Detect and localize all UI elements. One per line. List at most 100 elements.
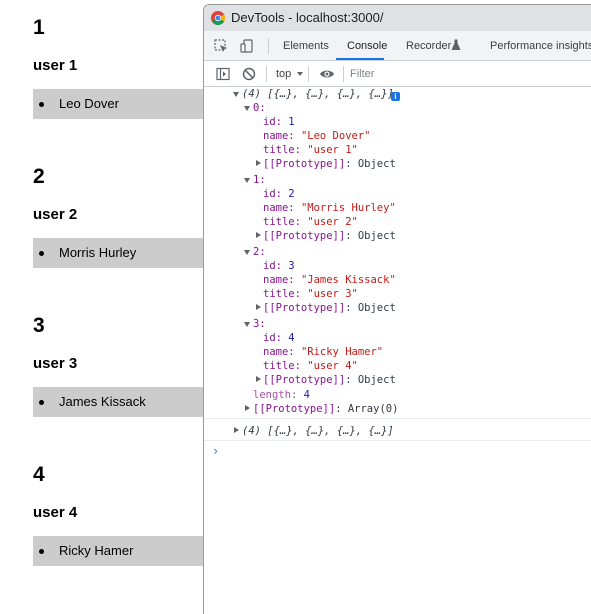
tab-recorder[interactable]: Recorder xyxy=(406,39,451,53)
expand-triangle-icon[interactable] xyxy=(256,160,261,166)
expand-triangle-icon[interactable] xyxy=(244,106,250,111)
property-value: 2 xyxy=(288,188,295,200)
entry-name-row: name: "Morris Hurley" xyxy=(263,201,396,215)
user-number: 3 xyxy=(33,314,45,337)
eye-icon[interactable] xyxy=(319,66,335,82)
entry-id-row: id: 3 xyxy=(263,259,295,273)
clear-console-icon[interactable] xyxy=(241,66,257,82)
expand-triangle-icon[interactable] xyxy=(244,178,250,183)
property-key: id: xyxy=(263,116,289,128)
property-value: 3 xyxy=(288,260,295,272)
property-key: title: xyxy=(263,360,308,372)
entry-index[interactable]: 0: xyxy=(253,101,266,115)
property-value: 4 xyxy=(303,389,310,401)
user-list-item: Ricky Hamer xyxy=(33,536,204,566)
user-name: Leo Dover xyxy=(59,96,119,111)
toolbar-divider xyxy=(308,66,309,82)
toolbar-divider xyxy=(268,38,269,54)
property-value: : Object xyxy=(345,374,396,386)
property-value: "user 2" xyxy=(307,216,358,228)
toolbar-divider xyxy=(343,66,344,82)
tab-console[interactable]: Console xyxy=(347,39,387,53)
property-value: : Object xyxy=(345,158,396,170)
devtools-window: DevTools - localhost:3000/ Elements Cons… xyxy=(203,4,591,614)
expand-triangle-icon[interactable] xyxy=(244,322,250,327)
user-heading: user 1 xyxy=(33,57,78,74)
bullet-icon xyxy=(39,549,44,554)
expand-triangle-icon[interactable] xyxy=(256,304,261,310)
prototype-row[interactable]: [[Prototype]]: Object xyxy=(263,229,396,243)
entry-index[interactable]: 2: xyxy=(253,245,266,259)
expand-triangle-icon[interactable] xyxy=(256,232,261,238)
expand-triangle-icon[interactable] xyxy=(245,405,250,411)
entry-id-row: id: 2 xyxy=(263,187,295,201)
property-value: : Object xyxy=(345,302,396,314)
property-value: : Array(0) xyxy=(335,403,399,415)
window-title: DevTools - localhost:3000/ xyxy=(231,10,384,25)
chrome-icon xyxy=(211,11,225,25)
window-titlebar[interactable]: DevTools - localhost:3000/ xyxy=(204,5,591,31)
property-value: "user 4" xyxy=(307,360,358,372)
tab-elements[interactable]: Elements xyxy=(283,39,329,53)
filter-input[interactable]: Filter xyxy=(350,67,374,81)
entry-name-row: name: "Leo Dover" xyxy=(263,129,370,143)
property-key: [[Prototype]] xyxy=(253,403,336,415)
expand-triangle-icon[interactable] xyxy=(234,427,239,433)
user-list-item: James Kissack xyxy=(33,387,204,417)
entry-name-row: name: "Ricky Hamer" xyxy=(263,345,383,359)
expand-triangle-icon[interactable] xyxy=(256,376,261,382)
prototype-row[interactable]: [[Prototype]]: Object xyxy=(263,373,396,387)
active-tab-indicator xyxy=(336,58,384,60)
info-icon[interactable]: i xyxy=(391,92,400,101)
expand-triangle-icon[interactable] xyxy=(244,250,250,255)
tab-performance-insights[interactable]: Performance insights xyxy=(490,39,591,53)
message-divider xyxy=(204,418,591,419)
property-value: 4 xyxy=(288,332,295,344)
device-toggle-icon[interactable] xyxy=(239,38,255,54)
user-list-item: Leo Dover xyxy=(33,89,204,119)
entry-title-row: title: "user 3" xyxy=(263,287,358,301)
colon-separator: : xyxy=(290,389,304,401)
sidebar-toggle-icon[interactable] xyxy=(215,66,231,82)
property-key: [[Prototype]] xyxy=(263,302,346,314)
context-selector[interactable]: top xyxy=(276,67,291,81)
array-prototype-row[interactable]: [[Prototype]]: Array(0) xyxy=(253,402,398,416)
entry-title-row: title: "user 1" xyxy=(263,143,358,157)
user-number: 2 xyxy=(33,165,45,188)
entry-index[interactable]: 3: xyxy=(253,317,266,331)
prototype-row[interactable]: [[Prototype]]: Object xyxy=(263,157,396,171)
property-key: id: xyxy=(263,188,289,200)
property-key: title: xyxy=(263,288,308,300)
prototype-row[interactable]: [[Prototype]]: Object xyxy=(263,301,396,315)
user-heading: user 4 xyxy=(33,504,78,521)
property-key: name: xyxy=(263,130,301,142)
user-heading: user 2 xyxy=(33,206,78,223)
chevron-down-icon[interactable] xyxy=(297,72,303,76)
array-summary-collapsed[interactable]: (4) [{…}, {…}, {…}, {…}] xyxy=(242,424,394,438)
user-heading: user 3 xyxy=(33,355,78,372)
expand-triangle-icon[interactable] xyxy=(233,92,239,97)
inspect-icon[interactable] xyxy=(213,38,229,54)
property-key: id: xyxy=(263,260,289,272)
array-summary[interactable]: (4) [{…}, {…}, {…}, {…}] xyxy=(242,87,394,101)
user-name: James Kissack xyxy=(59,394,146,409)
property-key: title: xyxy=(263,216,308,228)
property-value: "user 3" xyxy=(307,288,358,300)
property-key: [[Prototype]] xyxy=(263,158,346,170)
property-value: "Ricky Hamer" xyxy=(300,346,384,358)
entry-name-row: name: "James Kissack" xyxy=(263,273,396,287)
toolbar-divider xyxy=(266,66,267,82)
entry-index[interactable]: 1: xyxy=(253,173,266,187)
entry-id-row: id: 1 xyxy=(263,115,295,129)
property-value: "James Kissack" xyxy=(300,274,396,286)
entry-id-row: id: 4 xyxy=(263,331,295,345)
app-page: 1 user 1 Leo Dover 2 user 2 Morris Hurle… xyxy=(0,0,204,614)
property-value: "user 1" xyxy=(307,144,358,156)
property-key: length xyxy=(253,389,291,401)
length-row: length: 4 xyxy=(253,388,310,402)
bullet-icon xyxy=(39,102,44,107)
user-name: Morris Hurley xyxy=(59,245,137,260)
user-list-item: Morris Hurley xyxy=(33,238,204,268)
panel-tabbar: Elements Console Recorder Performance in… xyxy=(204,31,591,61)
console-prompt[interactable]: › xyxy=(212,444,219,458)
